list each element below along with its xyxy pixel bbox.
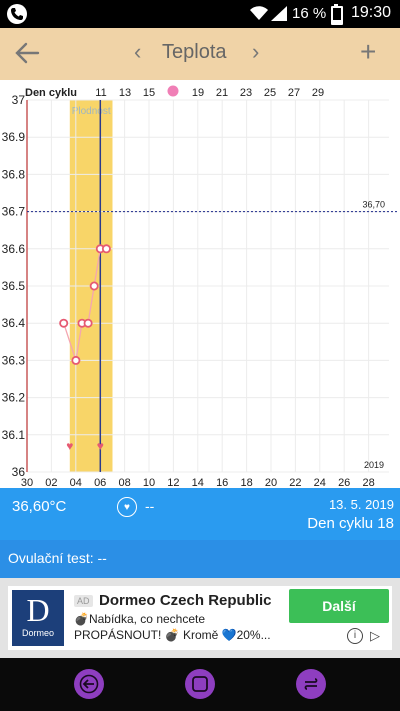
- y-tick-label: 37: [12, 93, 26, 107]
- fertile-label: Plodnost: [72, 106, 111, 117]
- x-tick-label: 10: [143, 477, 155, 488]
- y-tick-label: 36.4: [2, 316, 26, 330]
- ad-logo[interactable]: D Dormeo: [12, 590, 64, 646]
- navigation-bar: [0, 658, 400, 711]
- x-tick-label: 02: [45, 477, 57, 488]
- ad-text[interactable]: 💣Nabídka, co nechcete PROPÁSNOUT! 💣 Krom…: [74, 611, 294, 643]
- heart-marker: ♥: [97, 439, 104, 453]
- y-tick-label: 36.6: [2, 242, 26, 256]
- status-bar: 16 % 19:30: [0, 0, 400, 28]
- ad-banner[interactable]: D Dormeo AD Dormeo Czech Republic 💣Nabíd…: [0, 578, 400, 658]
- x-tick-label: 22: [289, 477, 301, 488]
- heart-value: --: [145, 498, 155, 514]
- x-tick-label: 24: [314, 477, 326, 488]
- heart-icon[interactable]: ♥: [117, 497, 137, 517]
- heart-marker: ♥: [66, 439, 73, 453]
- chart-svg: Plodnost30 02 04 06 08 10 12 14 16 18 20 22 24 26 2837…: [2, 85, 399, 489]
- selected-date: 13. 5. 2019: [328, 497, 394, 512]
- x-tick-label: 06: [94, 477, 106, 488]
- top-tick-label: 29: [312, 87, 324, 99]
- top-tick-label: 11: [95, 87, 106, 99]
- clock: 19:30: [351, 4, 392, 21]
- threshold-label: 36,70: [362, 200, 385, 210]
- ad-card[interactable]: D Dormeo AD Dormeo Czech Republic 💣Nabíd…: [8, 586, 392, 650]
- ovulation-test-row[interactable]: Ovulační test: --: [0, 540, 400, 578]
- readout-bar: 36,60°C ♥ -- 13. 5. 2019 Den cyklu 18: [0, 488, 400, 540]
- top-bar: ‹ Teplota › +: [0, 28, 400, 80]
- x-tick-label: 04: [70, 477, 82, 488]
- nav-back-icon[interactable]: [74, 669, 104, 699]
- top-tick-label: 27: [288, 87, 300, 99]
- y-tick-label: 36: [12, 465, 26, 479]
- ad-logo-letter: D: [26, 592, 50, 628]
- top-tick-label: 19: [192, 87, 204, 99]
- x-tick-label: 20: [265, 477, 277, 488]
- top-tick-label: 23: [240, 87, 252, 99]
- y-tick-label: 36.8: [2, 167, 26, 181]
- previous-button[interactable]: ‹: [134, 39, 141, 65]
- top-tick-label: 21: [216, 87, 228, 99]
- temperature-point: [59, 318, 69, 328]
- top-tick-label: 25: [264, 87, 276, 99]
- y-tick-label: 36.7: [2, 205, 26, 219]
- ad-cta-button[interactable]: Další informace: [289, 589, 389, 623]
- temperature-point: [83, 318, 93, 328]
- temperature-point: [89, 281, 99, 291]
- ovulation-test-label: Ovulační test: --: [8, 550, 107, 566]
- x-tick-label: 18: [240, 477, 252, 488]
- nav-recents-icon[interactable]: [185, 669, 215, 699]
- ad-logo-text: Dormeo: [21, 628, 54, 638]
- x-tick-label: 16: [216, 477, 228, 488]
- battery-percent: 16 %: [292, 5, 327, 22]
- next-button[interactable]: ›: [252, 39, 259, 65]
- ad-title[interactable]: Dormeo Czech Republic: [99, 592, 272, 609]
- y-tick-label: 36.5: [2, 279, 26, 293]
- x-tick-label: 08: [118, 477, 130, 488]
- page-title: Teplota: [162, 41, 227, 63]
- x-tick-label: 12: [167, 477, 179, 488]
- y-tick-label: 36.2: [2, 391, 26, 405]
- add-button[interactable]: +: [360, 36, 376, 68]
- ad-info-icon[interactable]: i: [347, 628, 363, 644]
- x-tick-label: 26: [338, 477, 350, 488]
- cycle-day: Den cyklu 18: [307, 515, 394, 532]
- wifi-icon: [250, 6, 268, 20]
- temperature-value: 36,60°C: [12, 498, 67, 515]
- cycle-start-marker: [167, 85, 179, 97]
- ad-choices-icon[interactable]: ▷: [370, 628, 380, 644]
- y-tick-label: 36.1: [2, 428, 26, 442]
- top-tick-label: 15: [143, 87, 155, 99]
- year-label: 2019: [364, 460, 384, 470]
- temperature-point: [71, 355, 81, 365]
- ad-badge: AD: [74, 595, 93, 607]
- nav-switch-icon[interactable]: [296, 669, 326, 699]
- x-tick-label: 14: [192, 477, 204, 488]
- signal-icon: [271, 6, 287, 21]
- phone-icon: [7, 4, 27, 24]
- battery-icon: [331, 4, 343, 25]
- y-tick-label: 36.9: [2, 130, 26, 144]
- y-tick-label: 36.3: [2, 353, 26, 367]
- cycle-day-axis-label: Den cyklu: [25, 87, 77, 99]
- back-arrow-icon[interactable]: [14, 40, 40, 66]
- top-tick-label: 13: [119, 87, 131, 99]
- temperature-chart[interactable]: Plodnost 30 02 04 06 08 10 12 14 16 18 20 22 24 26 28 37…: [0, 80, 400, 489]
- temperature-point: [101, 244, 111, 254]
- x-tick-label: 28: [362, 477, 374, 488]
